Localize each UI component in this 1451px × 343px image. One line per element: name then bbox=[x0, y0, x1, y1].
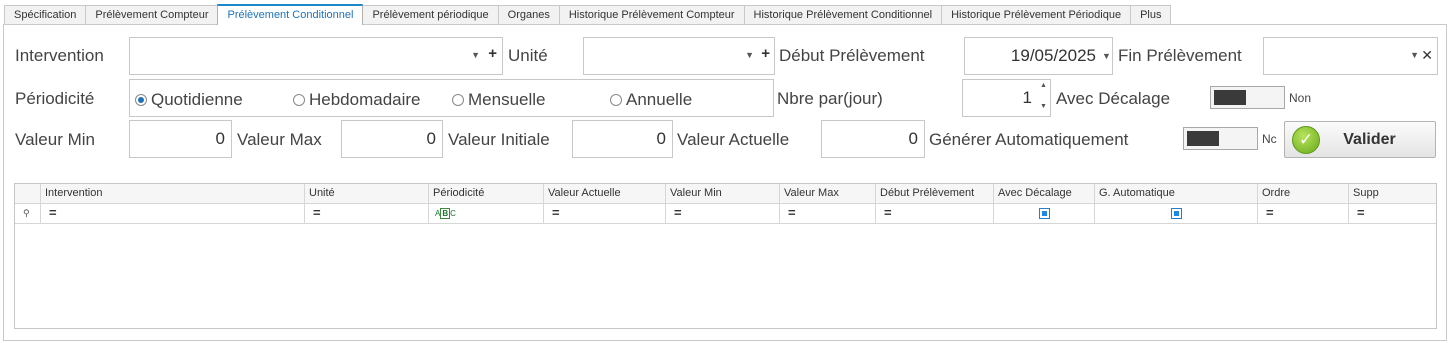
avec-decalage-state: Non bbox=[1289, 91, 1312, 105]
generer-automatiquement-toggle[interactable] bbox=[1183, 127, 1258, 150]
radio-dot-icon bbox=[135, 94, 147, 106]
valeur-initiale-label: Valeur Initiale bbox=[448, 130, 550, 149]
nbre-par-jour-label: Nbre par(jour) bbox=[777, 89, 883, 108]
radio-annuelle[interactable]: Annuelle bbox=[610, 90, 692, 110]
radio-quotidienne[interactable]: Quotidienne bbox=[135, 90, 243, 110]
unite-combo[interactable]: ▼ + bbox=[583, 37, 775, 75]
periodicite-radio-group: Quotidienne Hebdomadaire Mensuelle Annue… bbox=[129, 79, 774, 117]
radio-hebdomadaire[interactable]: Hebdomadaire bbox=[293, 90, 421, 110]
column-header-intervention[interactable]: Intervention bbox=[41, 184, 305, 204]
toggle-knob bbox=[1214, 90, 1246, 105]
valeur-min-label: Valeur Min bbox=[15, 130, 95, 149]
valeur-max-input[interactable]: 0 bbox=[341, 120, 443, 158]
valeur-actuelle-label: Valeur Actuelle bbox=[677, 130, 790, 149]
filter-periodicite[interactable]: ABC bbox=[429, 204, 544, 224]
abc-filter-icon: ABC bbox=[435, 208, 456, 219]
tab-historique-compteur[interactable]: Historique Prélèvement Compteur bbox=[558, 5, 745, 25]
radio-dot-icon bbox=[610, 94, 622, 106]
data-grid: Intervention Unité Périodicité Valeur Ac… bbox=[14, 183, 1437, 329]
unite-label: Unité bbox=[508, 46, 548, 65]
radio-dot-icon bbox=[452, 94, 464, 106]
checkmark-icon: ✓ bbox=[1292, 125, 1320, 154]
column-header-ordre[interactable]: Ordre bbox=[1258, 184, 1349, 204]
grid-filter-row: ⚲ = = ABC = = = = = = bbox=[15, 204, 1436, 224]
debut-prelevement-label: Début Prélèvement bbox=[779, 46, 925, 65]
grid-header-row: Intervention Unité Périodicité Valeur Ac… bbox=[15, 184, 1436, 204]
periodicite-label: Périodicité bbox=[15, 89, 95, 108]
intervention-combo[interactable]: ▼ + bbox=[129, 37, 503, 75]
tab-prelevement-conditionnel[interactable]: Prélèvement Conditionnel bbox=[217, 4, 364, 25]
x-icon[interactable]: ✕ bbox=[1421, 47, 1433, 64]
toggle-knob bbox=[1187, 131, 1219, 146]
tab-historique-conditionnel[interactable]: Historique Prélèvement Conditionnel bbox=[743, 5, 943, 25]
filter-intervention[interactable]: = bbox=[41, 204, 305, 224]
filter-avec-decalage[interactable] bbox=[994, 204, 1095, 224]
filter-supp[interactable]: = bbox=[1349, 204, 1436, 224]
checkbox-indeterminate-icon[interactable] bbox=[1171, 208, 1182, 219]
filter-valeur-actuelle[interactable]: = bbox=[544, 204, 666, 224]
avec-decalage-label: Avec Décalage bbox=[1056, 89, 1171, 108]
avec-decalage-toggle[interactable] bbox=[1210, 86, 1285, 109]
grid-header-indicator bbox=[15, 184, 41, 204]
nbre-par-jour-spinner[interactable]: 1 bbox=[962, 79, 1051, 117]
column-header-valeur-actuelle[interactable]: Valeur Actuelle bbox=[544, 184, 666, 204]
valeur-initiale-input[interactable]: 0 bbox=[572, 120, 673, 158]
dropdown-arrow-icon[interactable]: ▼ bbox=[1410, 50, 1419, 60]
valeur-actuelle-input[interactable]: 0 bbox=[821, 120, 925, 158]
column-header-avec-decalage[interactable]: Avec Décalage bbox=[994, 184, 1095, 204]
dropdown-arrow-icon[interactable]: ▼ bbox=[745, 50, 754, 60]
column-header-debut-prelevement[interactable]: Début Prélèvement bbox=[876, 184, 994, 204]
filter-valeur-max[interactable]: = bbox=[780, 204, 876, 224]
intervention-label: Intervention bbox=[15, 46, 104, 65]
column-header-valeur-max[interactable]: Valeur Max bbox=[780, 184, 876, 204]
filter-ordre[interactable]: = bbox=[1258, 204, 1349, 224]
valeur-min-input[interactable]: 0 bbox=[129, 120, 232, 158]
checkbox-indeterminate-icon[interactable] bbox=[1039, 208, 1050, 219]
filter-debut-prelevement[interactable]: = bbox=[876, 204, 994, 224]
valeur-max-label: Valeur Max bbox=[237, 130, 322, 149]
filter-g-automatique[interactable] bbox=[1095, 204, 1258, 224]
radio-mensuelle[interactable]: Mensuelle bbox=[452, 90, 546, 110]
tab-plus[interactable]: Plus bbox=[1130, 5, 1172, 25]
dropdown-arrow-icon[interactable]: ▼ bbox=[1102, 51, 1111, 61]
pin-icon[interactable]: ⚲ bbox=[15, 204, 41, 224]
column-header-g-automatique[interactable]: G. Automatique bbox=[1095, 184, 1258, 204]
tab-bar: Spécification Prélèvement Compteur Prélè… bbox=[4, 4, 1172, 25]
column-header-unite[interactable]: Unité bbox=[305, 184, 429, 204]
tab-historique-periodique[interactable]: Historique Prélèvement Périodique bbox=[941, 5, 1132, 25]
generer-automatiquement-label: Générer Automatiquement bbox=[929, 130, 1129, 149]
tab-organes[interactable]: Organes bbox=[497, 5, 560, 25]
tab-prelevement-periodique[interactable]: Prélèvement périodique bbox=[362, 5, 499, 25]
tab-specification[interactable]: Spécification bbox=[4, 5, 87, 25]
generer-automatiquement-state: Nc bbox=[1262, 132, 1277, 146]
column-header-supp[interactable]: Supp bbox=[1349, 184, 1436, 204]
valider-button[interactable]: ✓ Valider bbox=[1284, 121, 1436, 158]
fin-prelevement-label: Fin Prélèvement bbox=[1118, 46, 1242, 65]
valider-button-label: Valider bbox=[1343, 130, 1396, 148]
tab-prelevement-compteur[interactable]: Prélèvement Compteur bbox=[85, 5, 219, 25]
column-header-valeur-min[interactable]: Valeur Min bbox=[666, 184, 780, 204]
plus-icon[interactable]: + bbox=[488, 45, 497, 62]
filter-valeur-min[interactable]: = bbox=[666, 204, 780, 224]
fin-prelevement-date[interactable]: ▼ ✕ bbox=[1263, 37, 1438, 75]
plus-icon[interactable]: + bbox=[761, 45, 770, 62]
dropdown-arrow-icon[interactable]: ▼ bbox=[471, 50, 480, 60]
radio-dot-icon bbox=[293, 94, 305, 106]
column-header-periodicite[interactable]: Périodicité bbox=[429, 184, 544, 204]
debut-prelevement-date[interactable]: 19/05/2025 bbox=[964, 37, 1113, 75]
filter-unite[interactable]: = bbox=[305, 204, 429, 224]
